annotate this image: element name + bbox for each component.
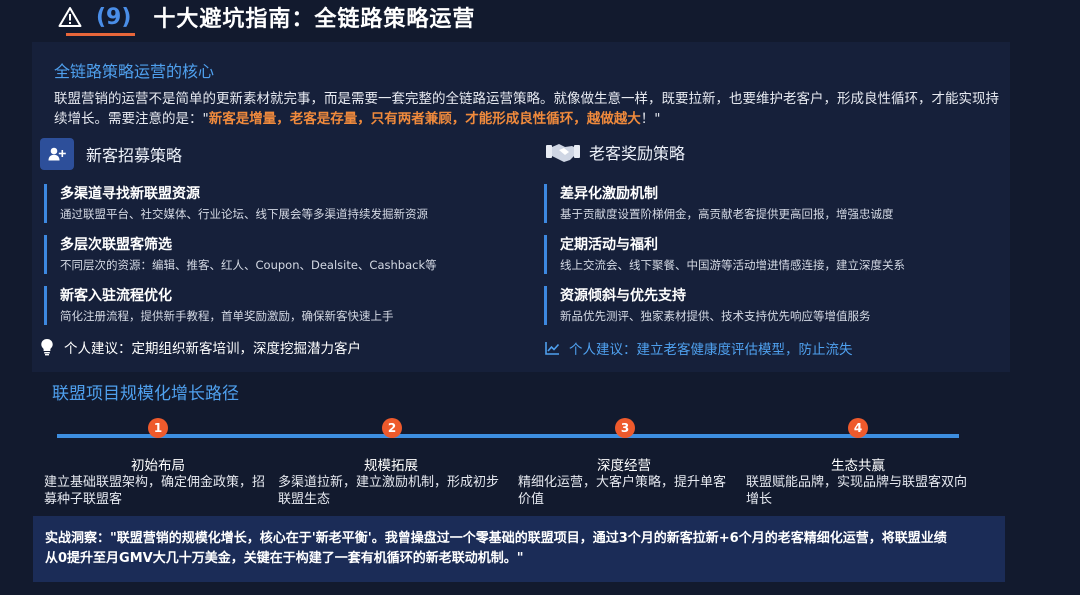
core-body-suffix: ！" — [640, 111, 661, 127]
core-title: 全链路策略运营的核心 — [54, 62, 215, 81]
item-desc: 不同层次的资源：编辑、推客、红人、Coupon、Dealsite、Cashbac… — [60, 258, 437, 272]
item-heading: 差异化激励机制 — [560, 186, 658, 202]
advice-text: 个人建议：定期组织新客培训，深度挖掘潜力客户 — [64, 341, 361, 357]
new-customer-item: 多渠道寻找新联盟资源 通过联盟平台、社交媒体、行业论坛、线下展会等多渠道持续发掘… — [44, 184, 500, 223]
stage-name: 初始布局 — [131, 458, 185, 474]
stage-node: 4 — [848, 418, 868, 438]
stage-name: 生态共赢 — [831, 458, 885, 474]
old-customer-item: 定期活动与福利 线上交流会、线下聚餐、中国游等活动增进情感连接，建立深度关系 — [544, 235, 1000, 274]
stage-name: 深度经营 — [597, 458, 651, 474]
item-desc: 简化注册流程，提供新手教程，首单奖励激励，确保新客快速上手 — [60, 309, 394, 323]
item-desc: 基于贡献度设置阶梯佣金，高贡献老客提供更高回报，增强忠诚度 — [560, 207, 894, 221]
old-customer-item: 差异化激励机制 基于贡献度设置阶梯佣金，高贡献老客提供更高回报，增强忠诚度 — [544, 184, 1000, 223]
new-customer-item: 新客入驻流程优化 简化注册流程，提供新手教程，首单奖励激励，确保新客快速上手 — [44, 286, 500, 325]
warning-triangle-icon — [58, 7, 82, 27]
stage-node: 2 — [382, 418, 402, 438]
page-title: 十大避坑指南：全链路策略运营 — [153, 7, 476, 32]
stage-desc: 建立基础联盟架构，确定佣金政策，招募种子联盟客 — [44, 475, 266, 507]
item-heading: 定期活动与福利 — [560, 237, 658, 253]
add-user-icon — [40, 138, 74, 170]
insight-text: 实战洞察："联盟营销的规模化增长，核心在于'新老平衡'。我曾操盘过一个零基础的联… — [45, 531, 947, 566]
new-customer-item: 多层次联盟客筛选 不同层次的资源：编辑、推客、红人、Coupon、Dealsit… — [44, 235, 500, 274]
item-heading: 资源倾斜与优先支持 — [560, 288, 686, 304]
timeline-line — [57, 434, 959, 438]
advice-text: 个人建议：建立老客健康度评估模型，防止流失 — [569, 342, 853, 358]
item-heading: 多渠道寻找新联盟资源 — [60, 186, 200, 202]
old-customer-item: 资源倾斜与优先支持 新品优先测评、独家素材提供、技术支持优先响应等增值服务 — [544, 286, 1000, 325]
handshake-icon — [546, 144, 580, 162]
stage-name: 规模拓展 — [364, 458, 418, 474]
stage-desc: 多渠道拉新，建立激励机制，形成初步联盟生态 — [278, 475, 500, 507]
old-customer-header: 老客奖励策略 — [545, 138, 685, 166]
new-customer-advice: 个人建议：定期组织新客培训，深度挖掘潜力客户 — [40, 337, 361, 357]
old-customer-advice: 个人建议：建立老客健康度评估模型，防止流失 — [545, 338, 853, 358]
item-desc: 线上交流会、线下聚餐、中国游等活动增进情感连接，建立深度关系 — [560, 258, 905, 272]
trend-chart-icon — [545, 342, 560, 355]
page-header: (9) 十大避坑指南：全链路策略运营 — [58, 0, 476, 36]
item-desc: 通过联盟平台、社交媒体、行业论坛、线下展会等多渠道持续发掘新资源 — [60, 207, 428, 221]
stage-node: 3 — [615, 418, 635, 438]
stage-node: 1 — [148, 418, 168, 438]
core-body: 联盟营销的运营不是简单的更新素材就完事，而是需要一套完整的全链路运营策略。就像做… — [54, 89, 999, 129]
stage-desc: 联盟赋能品牌，实现品牌与联盟客双向增长 — [746, 475, 968, 507]
stage-desc: 精细化运营，大客户策略，提升单客价值 — [518, 475, 727, 507]
item-heading: 多层次联盟客筛选 — [60, 237, 172, 253]
item-desc: 新品优先测评、独家素材提供、技术支持优先响应等增值服务 — [560, 309, 871, 323]
new-customer-title: 新客招募策略 — [86, 146, 183, 165]
growth-title: 联盟项目规模化增长路径 — [52, 384, 239, 404]
core-body-highlight: 新客是增量，老客是存量，只有两者兼顾，才能形成良性循环，越做越大 — [208, 111, 641, 127]
lightbulb-icon — [41, 339, 53, 356]
old-customer-title: 老客奖励策略 — [589, 144, 686, 163]
new-customer-header: 新客招募策略 — [40, 138, 182, 170]
section-number: (9) — [65, 4, 136, 36]
item-heading: 新客入驻流程优化 — [60, 288, 172, 304]
